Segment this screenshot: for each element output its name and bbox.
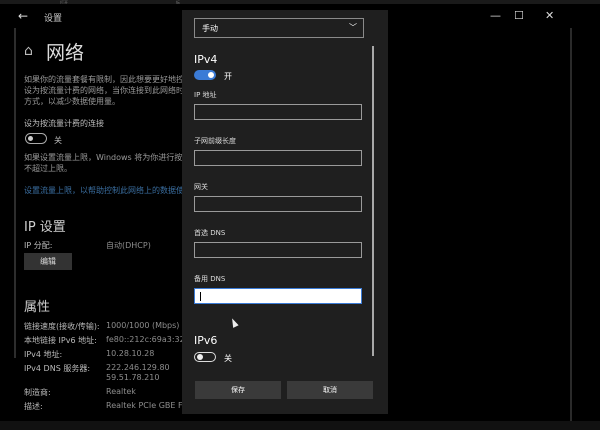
properties-heading: 属性 [24,300,51,315]
ipv4-toggle-label: 开 [224,72,232,81]
ipv6-toggle[interactable] [194,352,216,362]
ipv4-toggle[interactable] [194,70,216,80]
ip-address-input[interactable] [194,104,362,120]
ip-assignment-label: IP 分配: [24,241,53,250]
preferred-dns-input[interactable] [194,242,362,258]
prop-label: 本地链接 IPv6 地址: [24,336,97,345]
subnet-prefix-input[interactable] [194,150,362,166]
text-caret [200,292,201,301]
limit-description: 如果设置流量上限，Windows 将为你进行按流量 不超过上限。 [24,153,199,173]
metered-toggle[interactable] [25,133,47,144]
window-edge [570,28,572,423]
ip-assignment-value: 自动(DHCP) [106,241,151,250]
ipv4-heading: IPv4 [194,53,218,66]
prop-value: 59.51.78.210 [106,373,160,382]
cancel-button[interactable]: 取消 [287,381,373,399]
maximize-icon[interactable]: ☐ [514,9,524,22]
prop-value: 222.246.129.80 [106,363,170,372]
alternate-dns-input[interactable] [194,288,362,304]
prop-value: Realtek [106,387,136,396]
data-limit-link[interactable]: 设置流量上限，以帮助控制此网络上的数据使用 [24,185,192,196]
prop-label: 制造商: [24,388,51,397]
edit-ip-dialog: 手动 ﹀ IPv4 开 IP 地址 子网前缀长度 网关 首选 DNS 备用 DN… [182,10,388,414]
prop-label: IPv4 地址: [24,350,63,359]
ip-address-label: IP 地址 [194,91,217,99]
prop-value: 10.28.10.28 [106,349,155,358]
home-icon[interactable]: ⌂ [24,43,33,59]
ipv6-heading: IPv6 [194,334,218,347]
bottom-strip [0,421,600,430]
minimize-icon[interactable]: — [490,9,501,22]
gateway-input[interactable] [194,196,362,212]
metered-state: 关 [54,136,62,145]
ipv6-toggle-label: 关 [224,354,232,363]
gateway-label: 网关 [194,183,208,191]
back-arrow-icon[interactable]: ← [18,9,28,23]
metered-description: 如果你的流量套餐有限制，因此想要更好地控制 设为按流量计费的网络，当你连接到此网… [24,75,192,106]
prop-label: 描述: [24,402,43,411]
subnet-prefix-label: 子网前缀长度 [194,137,236,145]
preferred-dns-label: 首选 DNS [194,229,226,237]
ip-mode-value: 手动 [202,24,218,33]
alternate-dns-label: 备用 DNS [194,275,226,283]
ip-mode-dropdown[interactable]: 手动 ﹀ [194,18,364,38]
chevron-down-icon: ﹀ [349,23,357,32]
prop-label: 链接速度(接收/传输): [24,322,100,331]
close-icon[interactable]: ✕ [545,9,554,22]
edit-button[interactable]: 编辑 [24,253,72,270]
scrollbar[interactable] [372,46,374,356]
prop-value: 1000/1000 (Mbps) [106,321,180,330]
ip-settings-heading: IP 设置 [24,220,66,235]
sidebar-divider [14,28,16,358]
page-title: 网络 [46,42,85,64]
metered-label: 设为按流量计费的连接 [24,119,104,128]
window-title: 设置 [44,14,63,24]
save-button[interactable]: 保存 [195,381,281,399]
prop-label: IPv4 DNS 服务器: [24,364,91,373]
